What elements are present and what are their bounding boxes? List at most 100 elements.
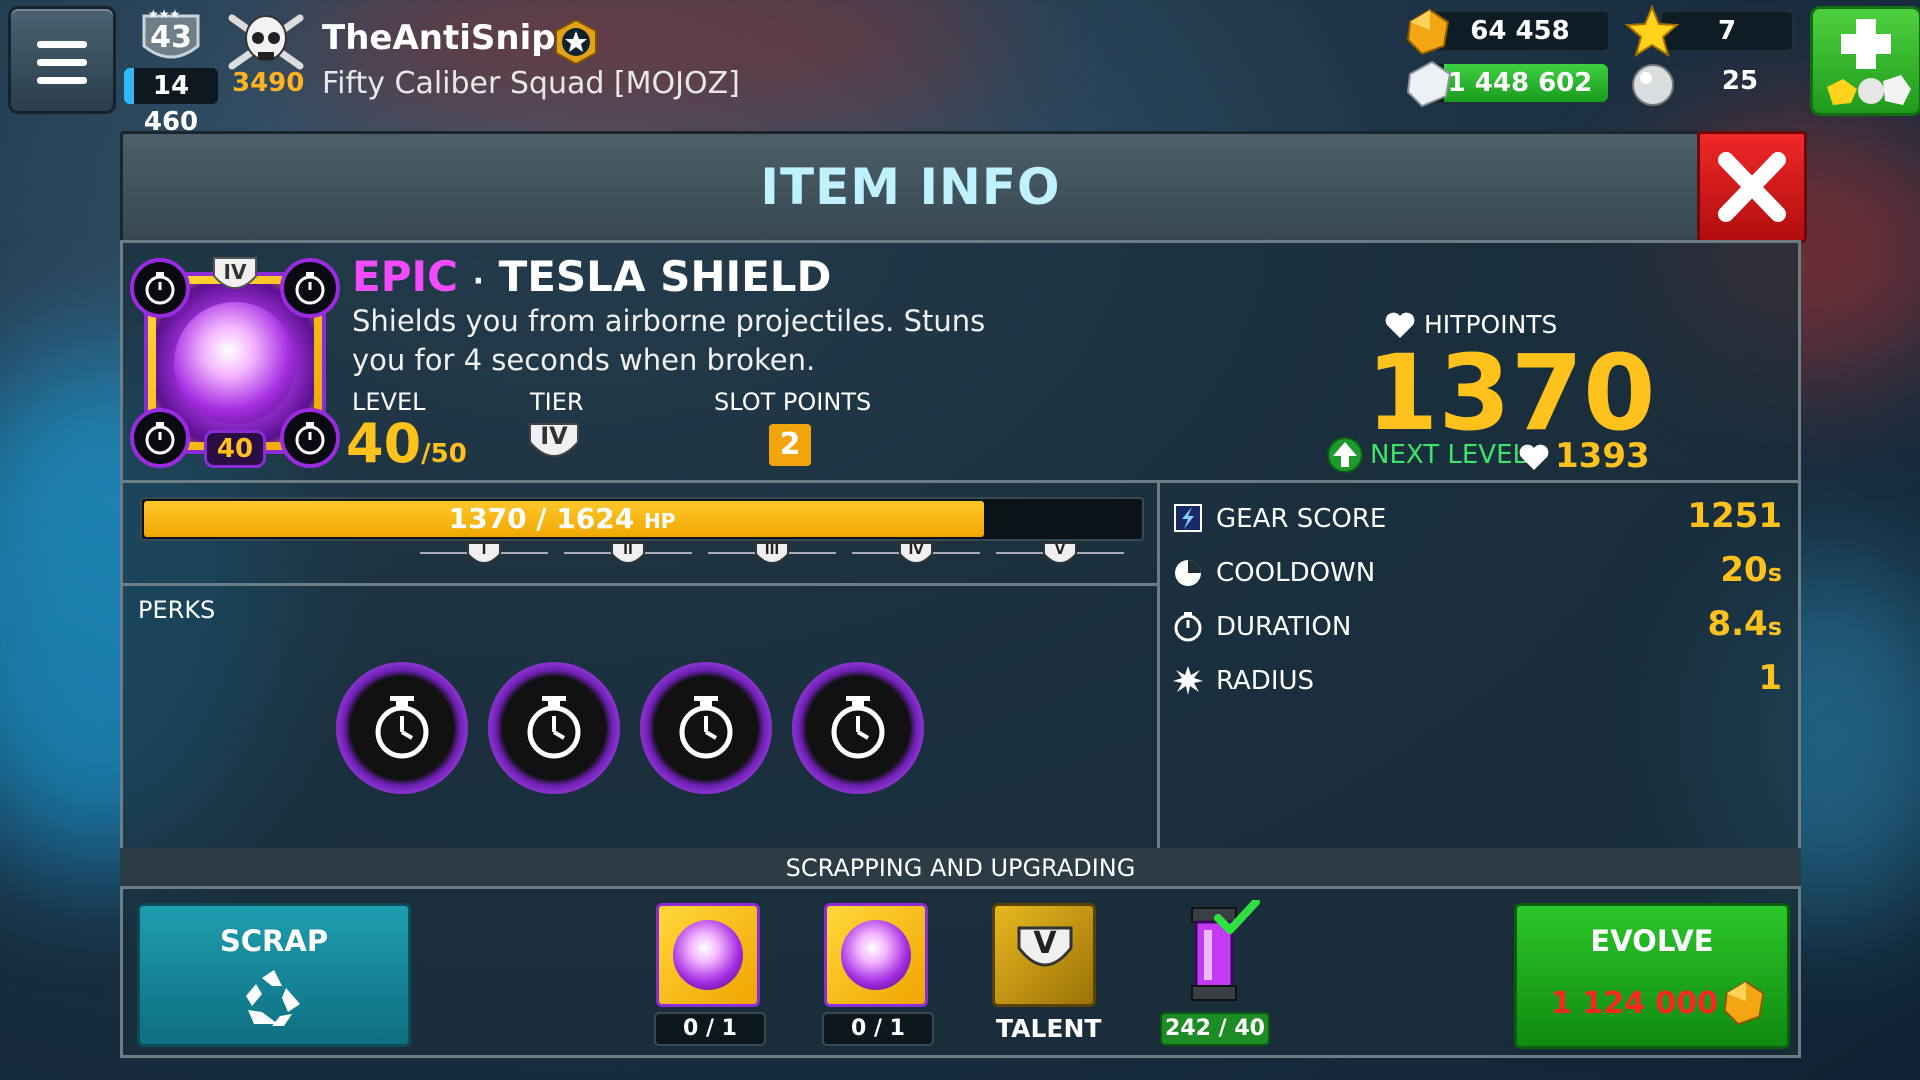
gold-icon — [1406, 8, 1450, 56]
scrap-button[interactable]: SCRAP — [137, 903, 411, 1047]
required-item-count: 0 / 1 — [654, 1012, 766, 1046]
stat-value: 20s — [1720, 550, 1782, 590]
skull-icon — [228, 14, 304, 70]
tier-marker-label: V — [1054, 543, 1066, 558]
level-max: /50 — [421, 439, 467, 469]
perk-slot[interactable] — [488, 662, 620, 794]
required-item-slot[interactable] — [656, 903, 760, 1007]
plus-icon — [1827, 19, 1911, 105]
tier-marker: IV — [897, 540, 935, 572]
evolve-cost: 1 124 000 — [1551, 986, 1719, 1021]
next-level-value: 1393 — [1555, 436, 1650, 476]
scrapping-header: SCRAPPING AND UPGRADING — [120, 848, 1801, 888]
tier-label: TIER — [530, 388, 584, 416]
close-icon — [1718, 152, 1786, 222]
stat-value: 8.4s — [1707, 604, 1782, 644]
portrait-level: 40 — [204, 430, 266, 468]
shield-orb-icon — [174, 302, 296, 424]
stopwatch-icon — [831, 696, 885, 759]
gold-counter: 64 458 — [1430, 10, 1610, 52]
stat-name: COOLDOWN — [1216, 558, 1376, 588]
level-value: 40/50 — [346, 412, 467, 475]
tier-marker-label: II — [623, 543, 633, 558]
close-button[interactable] — [1697, 131, 1807, 243]
talent-tier: V — [1033, 926, 1057, 961]
stopwatch-icon — [130, 408, 190, 468]
tier-marker: I — [465, 540, 503, 572]
menu-button[interactable] — [8, 6, 116, 114]
verified-star-icon — [555, 18, 597, 66]
talent-label: TALENT — [996, 1014, 1102, 1043]
scrap-label: SCRAP — [219, 924, 329, 958]
perks-label: PERKS — [138, 596, 216, 624]
stat-row: DURATION 8.4s — [1172, 604, 1792, 648]
stopwatch-icon — [527, 696, 581, 759]
divider — [120, 583, 1157, 586]
gold-icon — [1723, 980, 1765, 1026]
tier-value: IV — [540, 422, 568, 450]
silver-icon — [1406, 60, 1452, 108]
divider — [1157, 480, 1160, 848]
add-currency-button[interactable] — [1810, 6, 1920, 116]
stat-name: GEAR SCORE — [1216, 504, 1387, 534]
hp-progress-bar: 1370 / 1624 HP — [140, 497, 1144, 541]
item-portrait: IV 40 — [130, 257, 340, 468]
tier-marker: III — [753, 540, 791, 572]
cooldown-icon — [1175, 560, 1201, 586]
shield-orb-icon — [673, 920, 743, 990]
stopwatch-icon — [280, 258, 340, 318]
tier-marker-label: I — [481, 543, 487, 558]
tier-marker-label: IV — [908, 543, 924, 558]
stat-name: DURATION — [1216, 612, 1352, 642]
orb-icon — [1632, 64, 1674, 106]
orb-counter: 25 — [1721, 66, 1759, 96]
radius-icon — [1173, 666, 1203, 695]
shield-orb-icon — [841, 920, 911, 990]
required-item-count: 0 / 1 — [822, 1012, 934, 1046]
level-current: 40 — [346, 412, 422, 475]
next-level-label: NEXT LEVEL: — [1370, 440, 1536, 470]
star-icon — [1624, 4, 1680, 58]
panel-title: ITEM INFO — [120, 131, 1701, 243]
portrait-tier: IV — [223, 260, 247, 284]
tier-marker-label: III — [764, 543, 780, 558]
item-name: TESLA SHIELD — [498, 252, 832, 301]
perk-slot[interactable] — [336, 662, 468, 794]
tier-marker: II — [609, 540, 647, 572]
slot-points-label: SLOT POINTS — [714, 388, 872, 416]
title-separator: · — [472, 264, 484, 299]
evolve-label: EVOLVE — [1590, 924, 1714, 958]
clan-name[interactable]: Fifty Caliber Squad [MOJOZ] — [322, 66, 740, 101]
perk-slot[interactable] — [792, 662, 924, 794]
item-description: Shields you from airborne projectiles. S… — [352, 304, 986, 377]
perk-slot[interactable] — [640, 662, 772, 794]
player-name[interactable]: TheAntiSnipe — [322, 18, 579, 58]
stat-row: RADIUS 1 — [1172, 658, 1792, 702]
item-rarity: EPIC — [352, 252, 458, 301]
silver-value: 1 448 602 — [1447, 68, 1593, 98]
talent-slot[interactable]: V — [992, 903, 1096, 1007]
stars-counter: 7 — [1660, 10, 1794, 52]
evolve-button[interactable]: EVOLVE 1 124 000 — [1514, 903, 1790, 1049]
stat-row: COOLDOWN 20s — [1172, 550, 1792, 594]
divider — [120, 886, 1801, 889]
stat-row: GEAR SCORE 1251 — [1172, 496, 1792, 540]
canister-count: 242 / 40 — [1160, 1012, 1270, 1046]
stat-name: RADIUS — [1216, 666, 1315, 696]
slot-points-value: 2 — [769, 424, 811, 466]
upgrade-arrow-icon — [1327, 437, 1363, 473]
stopwatch-icon — [679, 696, 733, 759]
xp-counter: 14 460 — [124, 68, 218, 137]
canister-icon — [1191, 900, 1260, 1001]
recycle-icon — [246, 970, 300, 1026]
hp-progress-text: 1370 / 1624 HP — [448, 502, 676, 535]
trophy-count: 3490 — [232, 68, 305, 98]
player-level: 43 — [150, 20, 192, 55]
stopwatch-icon — [130, 258, 190, 318]
gear-score-icon — [1174, 504, 1202, 532]
stat-value: 1 — [1758, 658, 1782, 698]
stopwatch-icon — [375, 696, 429, 759]
required-item-slot[interactable] — [824, 903, 928, 1007]
heart-icon — [1519, 444, 1549, 470]
stat-value: 1251 — [1687, 496, 1782, 536]
